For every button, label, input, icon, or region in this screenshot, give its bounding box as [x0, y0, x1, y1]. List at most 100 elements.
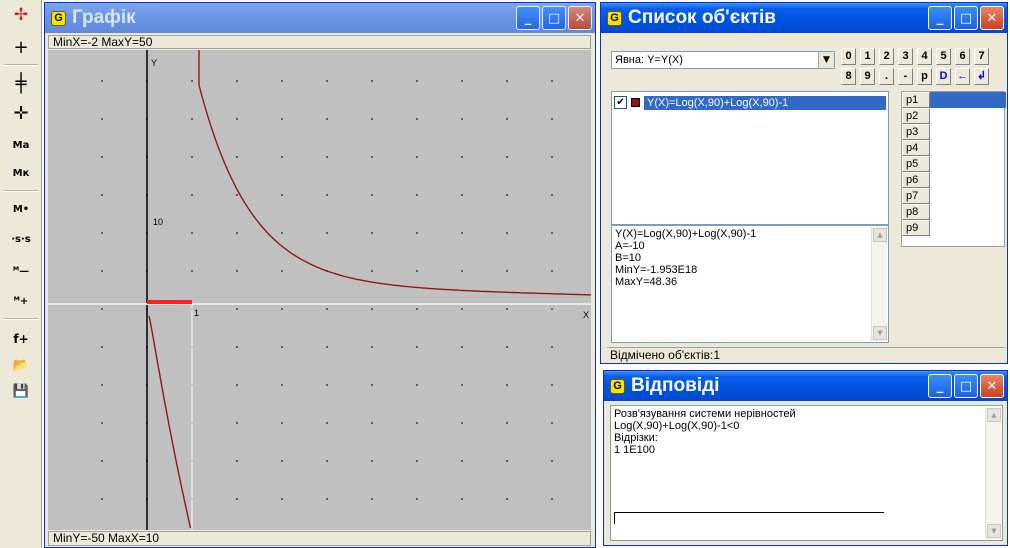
keypad-key[interactable]: 3 [898, 48, 913, 65]
minimize-button[interactable]: _ [516, 6, 540, 30]
keypad-key[interactable]: 0 [841, 48, 856, 65]
close-button[interactable]: ✕ [980, 6, 1004, 30]
zoom-in-icon[interactable]: ᴹ+ [6, 288, 36, 314]
scale-s-icon[interactable]: ·s·s [6, 226, 36, 252]
grid-dot [281, 194, 283, 196]
crosshair-icon[interactable]: + [6, 34, 36, 60]
open-folder-icon[interactable]: 📂 [6, 352, 36, 378]
app-logo-icon: G [607, 10, 622, 26]
add-function-icon[interactable]: f+ [6, 326, 36, 352]
graph-range-bottom: MinY=-50 MaxX=10 [48, 531, 591, 546]
parameter-value[interactable] [930, 220, 1006, 236]
description-scrollbar[interactable]: ▲ ▼ [871, 227, 887, 341]
keypad-key[interactable]: 4 [917, 48, 932, 65]
parameter-row[interactable]: p7 [902, 188, 1006, 204]
keypad-key[interactable]: 1 [860, 48, 875, 65]
grid-dot [506, 118, 508, 120]
objects-titlebar[interactable]: G Список об'єктів _ □ ✕ [601, 3, 1007, 33]
maximize-button[interactable]: □ [542, 6, 566, 30]
grid-dot [236, 346, 238, 348]
parameter-value[interactable] [930, 92, 1006, 108]
app-logo-icon: G [51, 10, 66, 26]
grid-dot [191, 232, 193, 234]
keypad-key[interactable]: 6 [955, 48, 970, 65]
close-button[interactable]: ✕ [980, 374, 1004, 398]
graph-titlebar[interactable]: G Графік _ □ ✕ [45, 3, 595, 33]
parameter-value[interactable] [930, 188, 1006, 204]
grid-dot [326, 80, 328, 82]
label-k-icon[interactable]: Mк [6, 160, 36, 186]
keypad-key[interactable]: 8 [841, 68, 856, 85]
grid-dot [191, 80, 193, 82]
grid-dot [551, 270, 553, 272]
parameter-row[interactable]: p8 [902, 204, 1006, 220]
grid-dot [236, 118, 238, 120]
grid-dot [506, 308, 508, 310]
label-a-icon[interactable]: Ma [6, 132, 36, 158]
parameter-name: p5 [902, 156, 930, 172]
scroll-up-icon[interactable]: ▲ [873, 228, 887, 242]
grid-dot [416, 232, 418, 234]
y-axis-label: Y [151, 58, 157, 68]
graph-plot[interactable]: Y X 1 10 [48, 45, 592, 530]
answers-scrollbar[interactable]: ▲ ▼ [985, 407, 1001, 539]
grid-dot [506, 194, 508, 196]
parameter-value[interactable] [930, 156, 1006, 172]
keypad-key[interactable]: 5 [936, 48, 951, 65]
save-disk-icon[interactable]: 💾 [6, 378, 36, 404]
grid-dot [506, 232, 508, 234]
grid-dot [236, 422, 238, 424]
parameter-row[interactable]: p9 [902, 220, 1006, 236]
parameter-value[interactable] [930, 108, 1006, 124]
keypad-key[interactable]: D [936, 68, 951, 85]
grid-dot [506, 346, 508, 348]
parameter-value[interactable] [930, 172, 1006, 188]
object-checkbox[interactable]: ✔ [614, 96, 627, 109]
chevron-down-icon[interactable]: ▼ [818, 52, 834, 68]
parameter-row[interactable]: p3 [902, 124, 1006, 140]
answers-titlebar[interactable]: G Відповіді _ □ ✕ [604, 371, 1007, 401]
maximize-button[interactable]: □ [954, 6, 978, 30]
parameter-value[interactable] [930, 140, 1006, 156]
list-item[interactable]: ✔ Y(X)=Log(X,90)+Log(X,90)-1 [614, 95, 886, 110]
grid-dot [461, 498, 463, 500]
object-label[interactable]: Y(X)=Log(X,90)+Log(X,90)-1 [644, 95, 886, 110]
keypad-key[interactable]: ← [955, 68, 970, 85]
scroll-down-icon[interactable]: ▼ [987, 524, 1001, 538]
grid-dot [326, 346, 328, 348]
keypad-key[interactable]: ↲ [974, 68, 989, 85]
close-button[interactable]: ✕ [568, 6, 592, 30]
point-cross-icon[interactable]: ✛ [6, 100, 36, 126]
grid-dot [236, 498, 238, 500]
scroll-down-icon[interactable]: ▼ [873, 326, 887, 340]
function-type-select[interactable]: Явна: Y=Y(X) ▼ [611, 51, 835, 69]
grid-dot [416, 156, 418, 158]
parameter-row[interactable]: p5 [902, 156, 1006, 172]
parameter-row[interactable]: p6 [902, 172, 1006, 188]
keypad-key[interactable]: 2 [879, 48, 894, 65]
keypad-key[interactable]: 9 [860, 68, 875, 85]
grid-dot [101, 346, 103, 348]
keypad-key[interactable]: . [879, 68, 894, 85]
parameter-row[interactable]: p2 [902, 108, 1006, 124]
point-pin-icon[interactable]: ╪ [6, 70, 36, 96]
scroll-up-icon[interactable]: ▲ [987, 408, 1001, 422]
keypad-key[interactable]: p [917, 68, 932, 85]
parameter-value[interactable] [930, 124, 1006, 140]
minimize-button[interactable]: _ [928, 374, 952, 398]
minimize-button[interactable]: _ [928, 6, 952, 30]
parameter-row[interactable]: p4 [902, 140, 1006, 156]
maximize-button[interactable]: □ [954, 374, 978, 398]
keypad-key[interactable]: 7 [974, 48, 989, 65]
answers-text[interactable]: ▲ ▼ Розв'язування системи нерівностей Log… [610, 405, 1003, 541]
graph-canvas[interactable]: Y X 1 10 [48, 45, 592, 530]
axes-icon[interactable]: ✢ [6, 2, 36, 28]
grid-dot [551, 308, 553, 310]
parameter-value[interactable] [930, 204, 1006, 220]
label-dot-icon[interactable]: M• [6, 196, 36, 222]
object-list[interactable]: ✔ Y(X)=Log(X,90)+Log(X,90)-1 [611, 91, 889, 225]
zoom-out-icon[interactable]: ᴹ— [6, 258, 36, 284]
parameter-row[interactable]: p1 [902, 92, 1006, 108]
grid-dot [416, 308, 418, 310]
keypad-key[interactable]: - [898, 68, 913, 85]
